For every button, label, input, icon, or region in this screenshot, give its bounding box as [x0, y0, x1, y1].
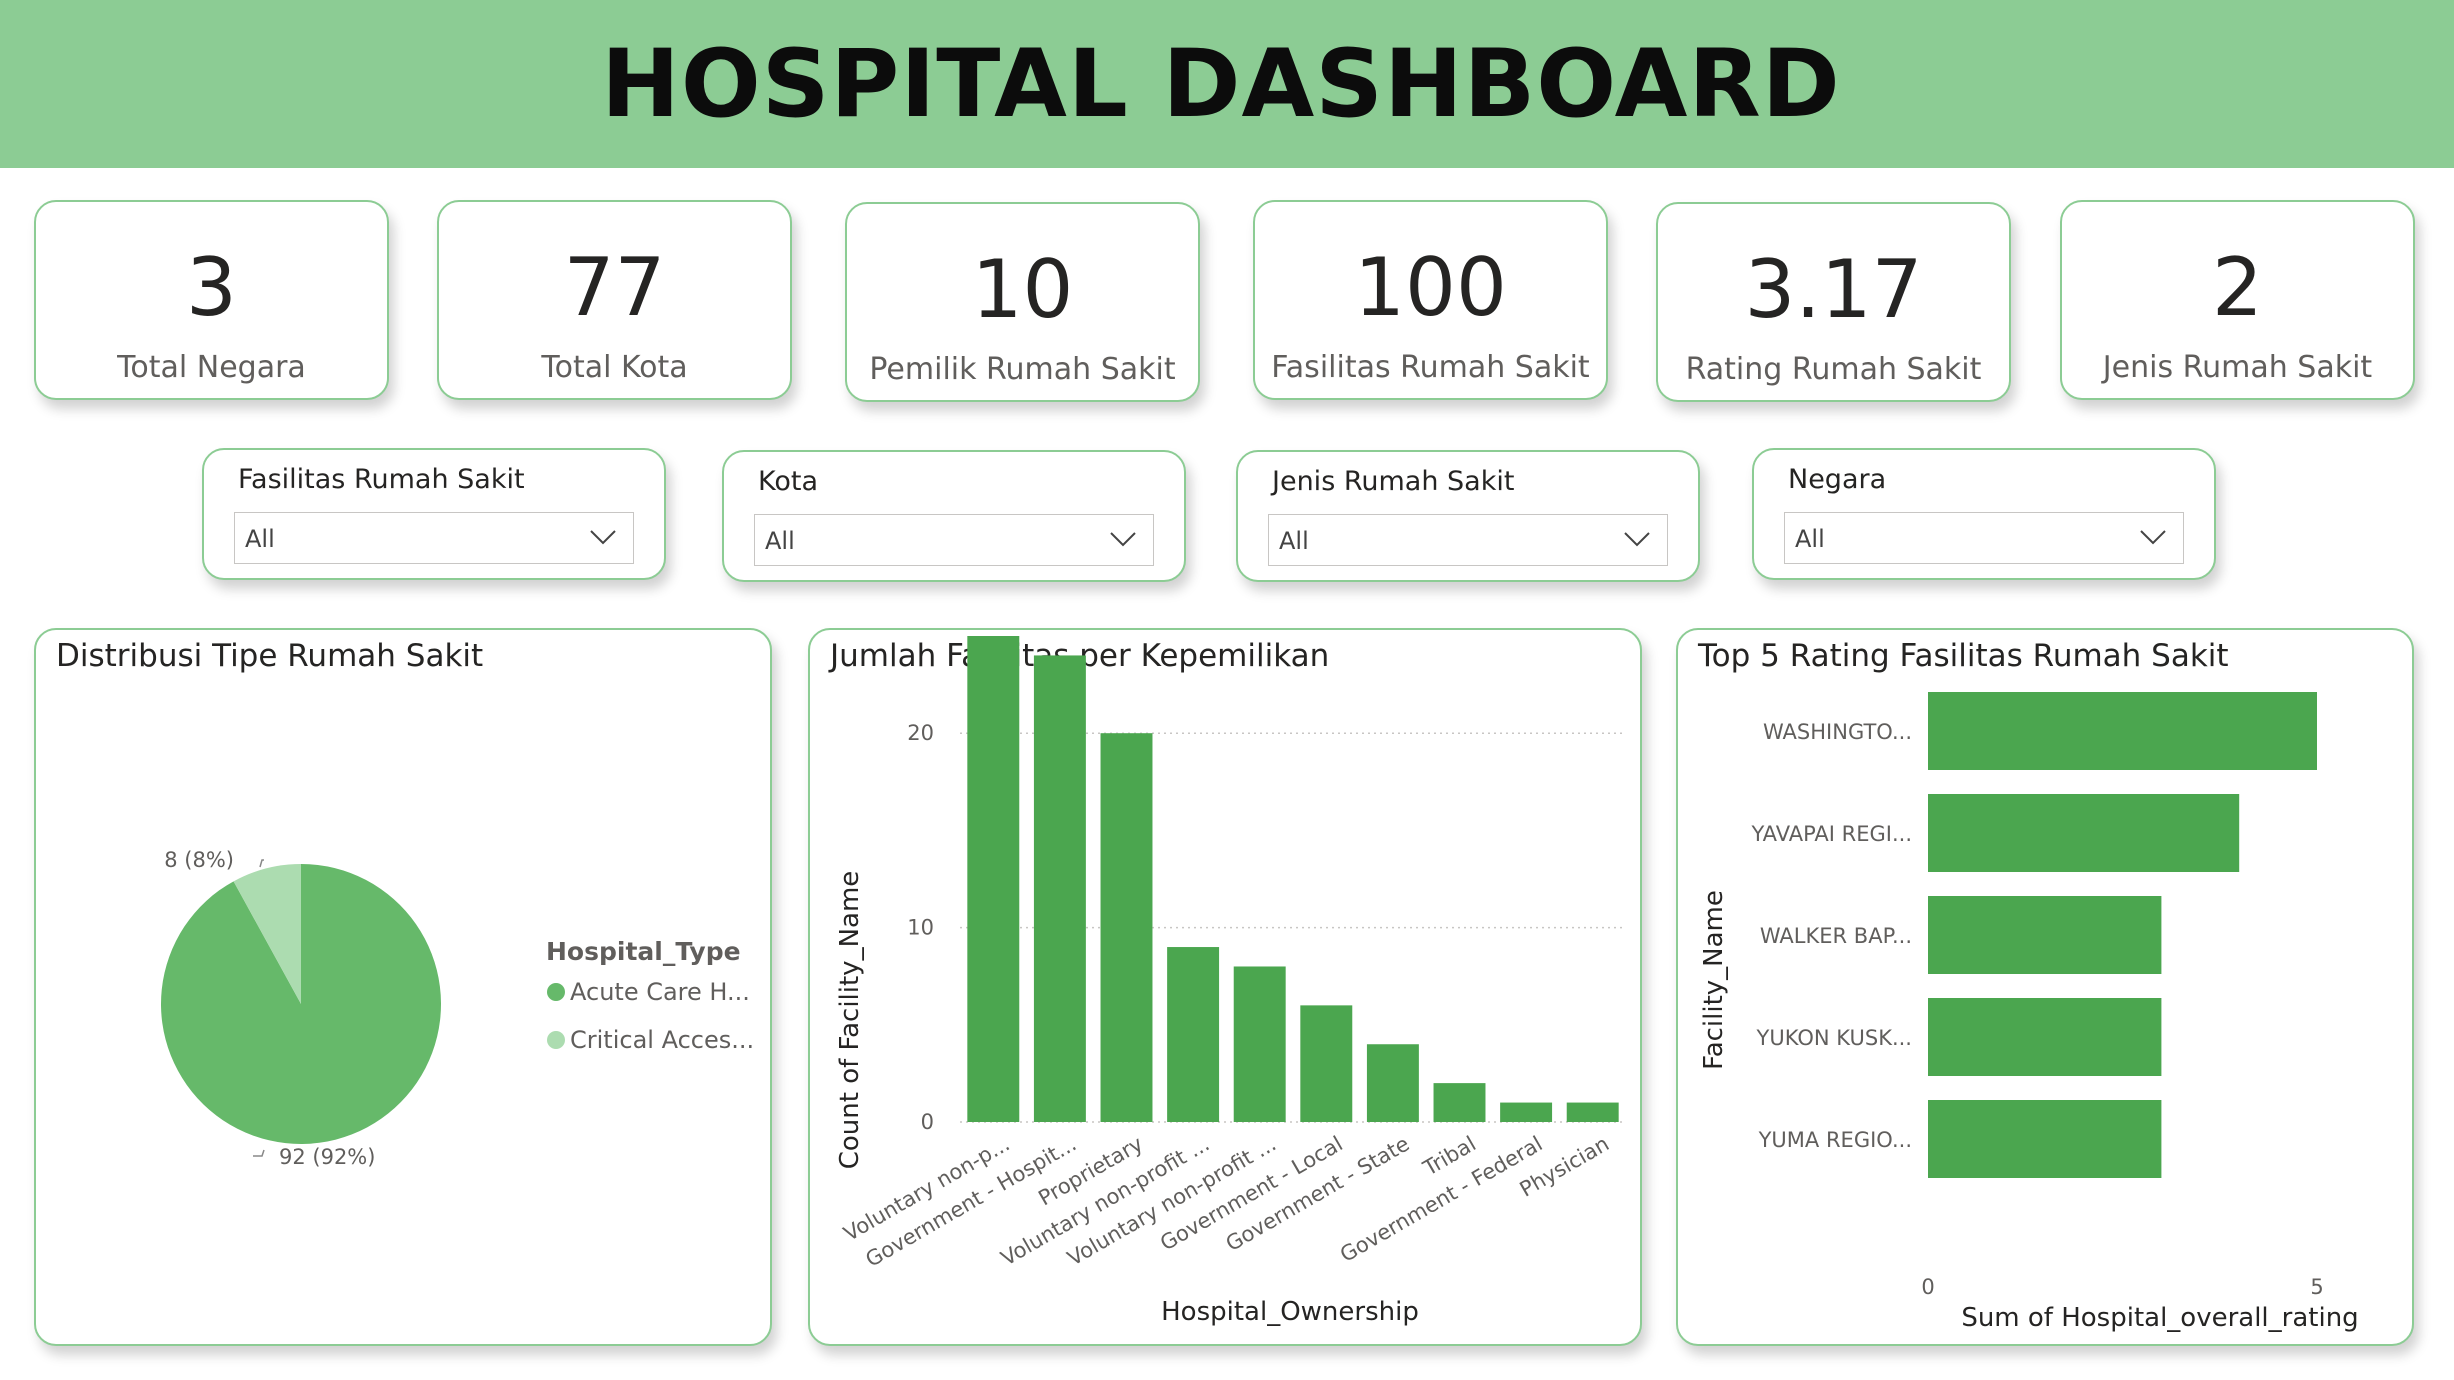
- fasilitas-dropdown[interactable]: All: [234, 512, 634, 564]
- slicer-jenis-rumah-sakit: Jenis Rumah Sakit All: [1236, 450, 1700, 582]
- kpi-value: 77: [563, 241, 666, 334]
- bar: [1167, 947, 1220, 1122]
- bar: [1928, 1100, 2162, 1178]
- pie-data-label: 92 (92%): [279, 1145, 375, 1169]
- rating-bar-chart: WASHINGTO... YAVAPAI REGI... WALKER BAP...…: [1699, 692, 2359, 1333]
- x-axis-title: Sum of Hospital_overall_rating: [1961, 1303, 2358, 1333]
- bar: [1566, 1102, 1619, 1122]
- kpi-value: 100: [1354, 241, 1507, 334]
- pie-legend-label: Critical Acces...: [570, 1026, 754, 1054]
- y-tick-label: YUMA REGIO...: [1758, 1128, 1912, 1152]
- bar: [1928, 998, 2162, 1076]
- dropdown-value: All: [1795, 525, 1825, 553]
- negara-dropdown[interactable]: All: [1784, 512, 2184, 564]
- kota-dropdown[interactable]: All: [754, 514, 1154, 566]
- pie-legend-title: Hospital_Type: [546, 937, 741, 966]
- pie-data-label: 8 (8%): [164, 848, 234, 872]
- y-tick-label: WALKER BAP...: [1760, 924, 1912, 948]
- kpi-card-jenis-rumah-sakit: 2 Jenis Rumah Sakit: [2060, 200, 2415, 400]
- bar: [1928, 692, 2317, 770]
- bar: [1928, 896, 2162, 974]
- y-tick-label: WASHINGTO...: [1763, 720, 1912, 744]
- y-tick-label: 10: [907, 916, 934, 940]
- chevron-down-icon: [1624, 532, 1650, 547]
- y-tick-label: 0: [921, 1110, 934, 1134]
- kpi-label: Fasilitas Rumah Sakit: [1271, 350, 1590, 385]
- ownership-bar-chart: 01020Voluntary non-p...Government - Hosp…: [835, 636, 1626, 1327]
- slicer-title: Fasilitas Rumah Sakit: [238, 464, 525, 495]
- bar: [1100, 733, 1153, 1122]
- slicer-negara: Negara All: [1752, 448, 2216, 580]
- chevron-down-icon: [1110, 532, 1136, 547]
- slicer-title: Kota: [758, 466, 819, 497]
- x-tick-label: 0: [1921, 1275, 1934, 1299]
- dashboard-header: HOSPITAL DASHBOARD: [0, 0, 2454, 168]
- kpi-value: 2: [2212, 241, 2263, 334]
- pie-leader-line: [253, 1149, 265, 1157]
- kpi-label: Total Kota: [541, 350, 688, 385]
- x-tick-label: 5: [2310, 1275, 2323, 1299]
- chevron-down-icon: [2140, 530, 2166, 545]
- kpi-card-pemilik-rumah-sakit: 10 Pemilik Rumah Sakit: [845, 202, 1200, 402]
- dropdown-value: All: [245, 525, 275, 553]
- pie-legend-label: Acute Care H...: [570, 978, 750, 1006]
- rating-chart-panel: Top 5 Rating Fasilitas Rumah Sakit WASHI…: [1676, 628, 2414, 1346]
- slicer-fasilitas-rumah-sakit: Fasilitas Rumah Sakit All: [202, 448, 666, 580]
- kpi-card-total-kota: 77 Total Kota: [437, 200, 792, 400]
- jenis-dropdown[interactable]: All: [1268, 514, 1668, 566]
- bar: [1928, 794, 2240, 872]
- kpi-value: 10: [971, 243, 1074, 336]
- bar: [1500, 1102, 1553, 1122]
- kpi-card-total-negara: 3 Total Negara: [34, 200, 389, 400]
- dropdown-value: All: [765, 527, 795, 555]
- slicer-kota: Kota All: [722, 450, 1186, 582]
- slicer-title: Jenis Rumah Sakit: [1272, 466, 1515, 497]
- bar: [1033, 655, 1086, 1122]
- pie-leader-line: [259, 859, 264, 868]
- y-tick-label: 20: [907, 721, 934, 745]
- bar: [1300, 1005, 1353, 1122]
- kpi-card-fasilitas-rumah-sakit: 100 Fasilitas Rumah Sakit: [1253, 200, 1608, 400]
- kpi-value: 3.17: [1744, 243, 1923, 336]
- ownership-chart-panel: Jumlah Fasilitas per Kepemilikan 01020Vo…: [808, 628, 1642, 1346]
- pie-legend-marker: [547, 983, 565, 1001]
- kpi-label: Rating Rumah Sakit: [1685, 352, 1982, 387]
- y-tick-label: YAVAPAI REGI...: [1750, 822, 1912, 846]
- dashboard-title: HOSPITAL DASHBOARD: [601, 29, 1841, 139]
- kpi-label: Total Negara: [117, 350, 306, 385]
- bar: [967, 636, 1020, 1122]
- bar: [1366, 1044, 1419, 1122]
- x-axis-title: Hospital_Ownership: [1161, 1297, 1419, 1327]
- chevron-down-icon: [590, 530, 616, 545]
- bar: [1433, 1083, 1486, 1122]
- kpi-label: Jenis Rumah Sakit: [2102, 350, 2373, 385]
- y-axis-title: Facility_Name: [1699, 890, 1729, 1070]
- pie-chart-panel: Distribusi Tipe Rumah Sakit 92 (92%) 8 (8…: [34, 628, 772, 1346]
- y-tick-label: YUKON KUSK...: [1756, 1026, 1912, 1050]
- dropdown-value: All: [1279, 527, 1309, 555]
- kpi-label: Pemilik Rumah Sakit: [869, 352, 1176, 387]
- slicer-title: Negara: [1788, 464, 1887, 495]
- kpi-value: 3: [186, 241, 237, 334]
- y-axis-title: Count of Facility_Name: [835, 871, 865, 1170]
- bar: [1233, 966, 1286, 1122]
- pie-legend-marker: [547, 1031, 565, 1049]
- kpi-card-rating-rumah-sakit: 3.17 Rating Rumah Sakit: [1656, 202, 2011, 402]
- pie-chart: 92 (92%) 8 (8%) Hospital_Type Acute Care H.…: [161, 848, 754, 1169]
